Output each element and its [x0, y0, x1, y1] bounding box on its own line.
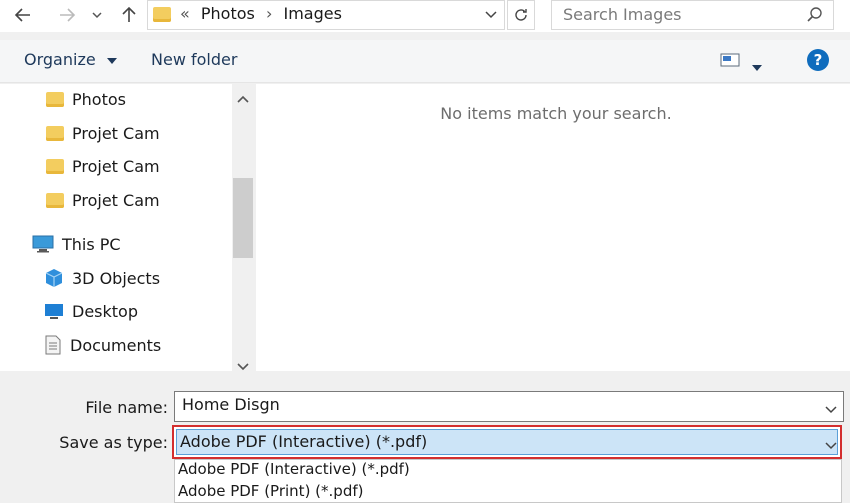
- arrow-left-icon: [14, 8, 30, 22]
- nav-item-projet-cam[interactable]: Projet Cam: [0, 184, 232, 216]
- svg-text:?: ?: [814, 51, 823, 69]
- nav-item-documents[interactable]: Documents: [0, 329, 232, 361]
- scroll-up-button[interactable]: [236, 89, 250, 108]
- chevron-up-icon: [237, 95, 249, 103]
- up-button[interactable]: [116, 2, 142, 28]
- help-button[interactable]: ?: [806, 48, 830, 76]
- arrow-up-icon: [122, 6, 136, 22]
- desktop-icon: [45, 304, 63, 319]
- nav-item-label: Projet Cam: [72, 190, 160, 210]
- help-icon: ?: [807, 49, 829, 71]
- view-options-button[interactable]: [720, 52, 740, 72]
- chevron-down-icon: [825, 406, 837, 414]
- address-dropdown-button[interactable]: [484, 6, 498, 25]
- save-as-type-label: Save as type:: [59, 433, 168, 452]
- nav-item-label: Projet Cam: [72, 123, 160, 143]
- folder-icon: [46, 125, 64, 141]
- organize-button[interactable]: Organize: [24, 50, 117, 69]
- chevron-down-icon: [92, 12, 102, 19]
- view-dropdown-button[interactable]: [752, 57, 762, 76]
- nav-item-photos[interactable]: Photos: [0, 83, 232, 115]
- nav-item-label: Projet Cam: [72, 156, 160, 176]
- nav-item-projet-cam[interactable]: Projet Cam: [0, 150, 232, 182]
- chevron-down-icon: [485, 11, 497, 19]
- folder-icon: [153, 7, 171, 22]
- refresh-button[interactable]: [507, 0, 535, 30]
- nav-item-label: Photos: [72, 89, 126, 109]
- search-placeholder: Search Images: [563, 5, 682, 24]
- save-as-type-dropdown-button[interactable]: [824, 436, 838, 455]
- nav-item-3d-objects[interactable]: 3D Objects: [0, 262, 232, 294]
- refresh-icon: [515, 9, 527, 21]
- cube-icon: [45, 269, 63, 287]
- file-list[interactable]: [256, 84, 850, 371]
- document-icon: [45, 335, 61, 355]
- file-name-dropdown-button[interactable]: [824, 400, 838, 419]
- recent-locations-button[interactable]: [88, 2, 106, 28]
- back-button[interactable]: [10, 2, 36, 28]
- breadcrumb: « Photos › Images: [180, 4, 348, 23]
- type-option-print[interactable]: Adobe PDF (Print) (*.pdf): [178, 482, 363, 500]
- chevron-down-icon: [237, 363, 249, 371]
- view-icon: [720, 53, 740, 67]
- folder-icon: [46, 91, 64, 107]
- file-name-value: Home Disgn: [182, 395, 280, 414]
- chevron-down-icon: [825, 442, 837, 450]
- breadcrumb-photos[interactable]: Photos: [201, 4, 255, 23]
- scroll-thumb[interactable]: [233, 178, 253, 258]
- nav-item-this-pc[interactable]: This PC: [0, 228, 232, 260]
- breadcrumb-images[interactable]: Images: [283, 4, 341, 23]
- nav-item-label: Documents: [70, 335, 162, 355]
- caret-down-icon: [752, 65, 762, 71]
- type-option-interactive[interactable]: Adobe PDF (Interactive) (*.pdf): [178, 460, 410, 478]
- nav-item-projet-cam[interactable]: Projet Cam: [0, 117, 232, 149]
- search-icon[interactable]: [806, 6, 823, 27]
- organize-label: Organize: [24, 50, 96, 69]
- folder-icon: [46, 158, 64, 174]
- arrow-right-icon: [60, 8, 76, 22]
- folder-icon: [46, 192, 64, 208]
- caret-down-icon: [106, 58, 117, 64]
- nav-item-label: This PC: [62, 234, 121, 254]
- nav-item-label: Desktop: [72, 301, 138, 321]
- nav-item-label: 3D Objects: [72, 268, 161, 288]
- scroll-down-button[interactable]: [236, 357, 250, 376]
- breadcrumb-separator: ›: [265, 4, 273, 23]
- save-as-type-value: Adobe PDF (Interactive) (*.pdf): [180, 432, 428, 451]
- file-name-label: File name:: [85, 398, 168, 417]
- forward-button[interactable]: [54, 2, 80, 28]
- nav-item-desktop[interactable]: Desktop: [0, 295, 232, 327]
- empty-message: No items match your search.: [440, 104, 672, 123]
- new-folder-button[interactable]: New folder: [151, 50, 237, 69]
- breadcrumb-overflow[interactable]: «: [180, 4, 190, 23]
- computer-icon: [32, 235, 54, 253]
